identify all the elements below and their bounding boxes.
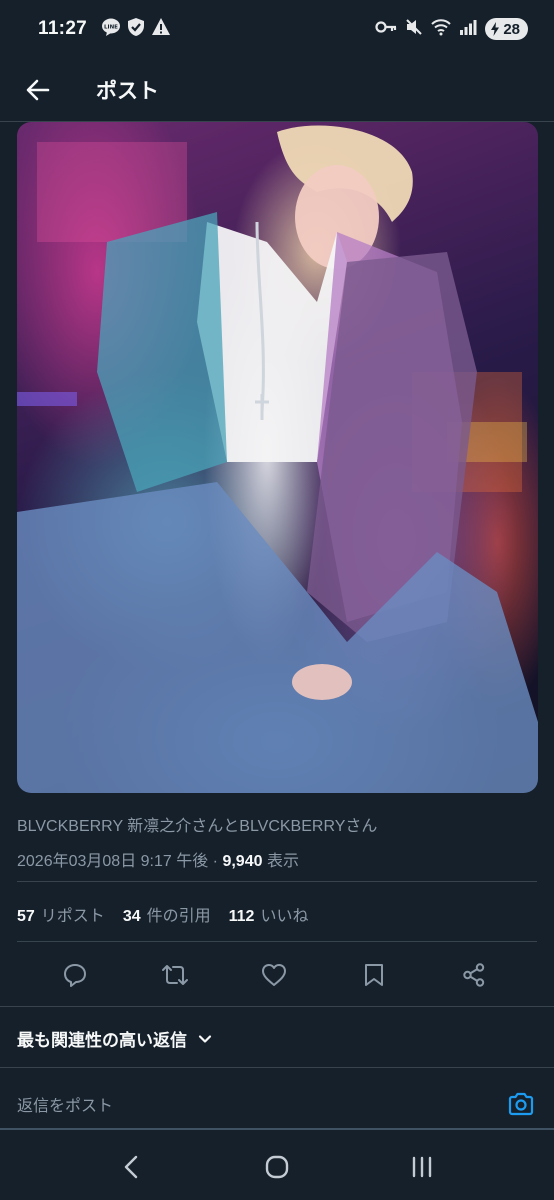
share-button[interactable] xyxy=(454,955,494,995)
arrow-left-icon xyxy=(26,79,50,100)
home-circle-icon xyxy=(265,1155,289,1179)
signal-icon xyxy=(459,19,477,40)
nav-back-button[interactable] xyxy=(108,1143,156,1191)
wifi-icon xyxy=(431,18,452,41)
stat-label: 件の引用 xyxy=(146,908,211,925)
stat-label: いいね xyxy=(260,908,309,925)
stat-count: 34 xyxy=(122,908,141,925)
stat-label: リポスト xyxy=(40,908,105,925)
post-authors[interactable]: BLVCKBERRY 新凛之介さんとBLVCKBERRYさん xyxy=(17,812,537,836)
bookmark-icon xyxy=(365,964,384,986)
chevron-down-icon xyxy=(198,1034,212,1043)
divider xyxy=(17,941,537,942)
reply-sort-label: 最も関連性の高い返信 xyxy=(17,1031,187,1050)
charging-bolt-icon xyxy=(491,22,500,36)
like-icon xyxy=(262,964,287,986)
divider xyxy=(0,1006,554,1007)
page-title: ポスト xyxy=(96,79,159,103)
reply-composer[interactable]: 返信をポスト xyxy=(0,1080,554,1130)
key-icon xyxy=(375,19,397,40)
system-nav-bar xyxy=(0,1134,554,1200)
battery-level: 28 xyxy=(503,20,520,38)
views-count: 9,940 xyxy=(222,853,263,870)
nav-home-button[interactable] xyxy=(253,1143,301,1191)
battery-indicator: 28 xyxy=(485,18,528,40)
stat-quotes[interactable]: 34 件の引用 xyxy=(123,902,211,926)
views-label: 表示 xyxy=(262,853,299,870)
warning-icon xyxy=(151,17,171,42)
post-stats: 57 リポスト 34 件の引用 112 いいね xyxy=(17,902,308,926)
stat-likes[interactable]: 112 いいね xyxy=(229,902,309,926)
retweet-icon xyxy=(161,965,188,985)
back-button[interactable] xyxy=(12,64,64,116)
recents-icon xyxy=(412,1156,431,1178)
post-date: 2026年03月08日 9:17 午後 xyxy=(17,853,209,870)
status-bar: 11:27 LINE 28 xyxy=(0,0,554,58)
like-button[interactable] xyxy=(254,955,294,995)
divider xyxy=(17,881,537,882)
nav-recents-button[interactable] xyxy=(398,1143,446,1191)
reply-input[interactable]: 返信をポスト xyxy=(17,1092,113,1116)
chevron-left-icon xyxy=(125,1155,138,1179)
svg-text:LINE: LINE xyxy=(104,24,118,30)
reply-sort-dropdown[interactable]: 最も関連性の高い返信 xyxy=(17,1026,213,1051)
stat-count: 112 xyxy=(228,908,255,925)
divider xyxy=(0,1067,554,1068)
top-bar: ポスト xyxy=(0,58,554,122)
post-photo[interactable] xyxy=(17,122,538,793)
retweet-button[interactable] xyxy=(155,955,195,995)
stat-count: 57 xyxy=(17,908,35,925)
reply-icon xyxy=(63,964,86,987)
camera-button[interactable] xyxy=(505,1088,537,1120)
status-time: 11:27 xyxy=(38,18,88,39)
stat-reposts[interactable]: 57 リポスト xyxy=(17,902,105,926)
bookmark-button[interactable] xyxy=(354,955,394,995)
share-icon xyxy=(463,963,485,987)
photo-content xyxy=(17,125,538,793)
post-meta: BLVCKBERRY 新凛之介さんとBLVCKBERRYさん 2026年03月0… xyxy=(17,812,537,871)
camera-icon xyxy=(508,1092,534,1116)
meta-separator: · xyxy=(208,853,223,870)
mute-icon xyxy=(405,18,423,41)
reply-button[interactable] xyxy=(55,955,95,995)
action-bar xyxy=(0,955,554,995)
post-timestamp: 2026年03月08日 9:17 午後 · 9,940 表示 xyxy=(17,847,537,871)
line-app-icon: LINE xyxy=(101,17,121,42)
shield-check-icon xyxy=(126,17,146,42)
